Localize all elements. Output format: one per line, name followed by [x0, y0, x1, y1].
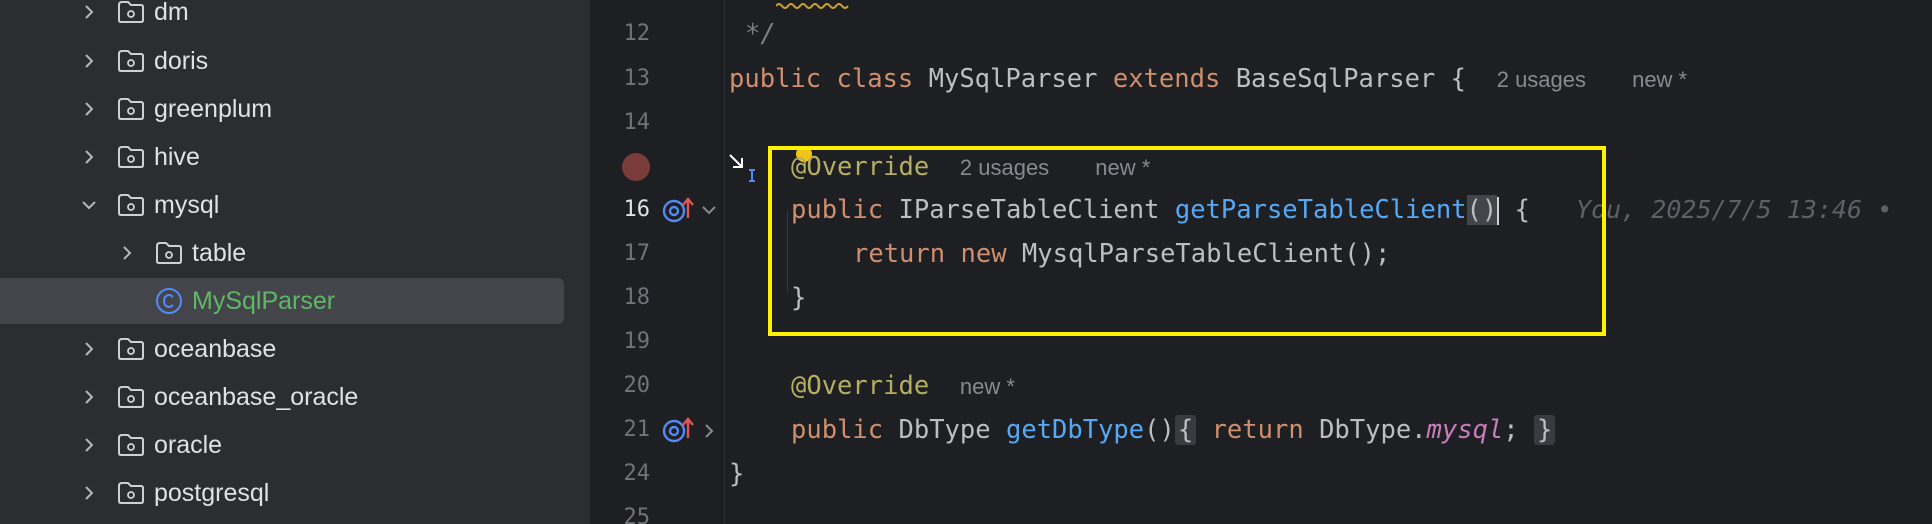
- tree-item-mysqlparser[interactable]: MySqlParser: [0, 278, 564, 324]
- method-name: getDbType: [1005, 415, 1145, 445]
- code-line-20: @Override new *: [791, 364, 1015, 409]
- line-number: 17: [623, 241, 651, 266]
- tree-item-label: hive: [154, 143, 200, 171]
- class-open-brace: {: [1450, 64, 1466, 94]
- project-tree: dm doris greenplum hive mysql table MySqlParse…: [0, 0, 590, 524]
- comment-end: */: [745, 19, 776, 49]
- code-line-21: public DbType getDbType(){ return DbType…: [791, 408, 1556, 452]
- package-folder-icon: [116, 46, 146, 76]
- package-folder-icon: [116, 430, 146, 460]
- line-number: 18: [623, 285, 651, 310]
- package-folder-icon: [116, 94, 146, 124]
- class-close-brace: }: [729, 459, 745, 489]
- method-parens: (): [1144, 415, 1175, 445]
- code-line-12: */: [745, 12, 776, 56]
- tree-item-label: postgresql: [154, 479, 270, 507]
- package-folder-icon: [116, 190, 146, 220]
- tree-item-label: mysql: [154, 191, 220, 219]
- line-number: 19: [623, 329, 651, 354]
- line-number-current: 16: [623, 197, 651, 222]
- code-line-13: public class MySqlParser extends BaseSql…: [729, 57, 1687, 102]
- tree-item-dm[interactable]: dm: [0, 0, 590, 35]
- line-number: 21: [623, 417, 651, 442]
- semicolon: ;: [1503, 415, 1519, 445]
- git-blame-annotation: You, 2025/7/5 13:46 •: [1576, 195, 1893, 224]
- warning-squiggle-icon: [776, 3, 849, 9]
- base-class-name: BaseSqlParser: [1235, 64, 1436, 94]
- tree-item-label: MySqlParser: [192, 287, 336, 315]
- tree-item-hive[interactable]: hive: [0, 134, 590, 180]
- gutter-divider: [724, 0, 725, 524]
- code-line-24: }: [729, 452, 744, 496]
- tree-item-oracle[interactable]: oracle: [0, 422, 590, 468]
- keyword-public: public: [729, 64, 822, 94]
- keyword-public: public: [791, 415, 884, 445]
- tree-item-postgresql[interactable]: postgresql: [0, 470, 590, 516]
- package-folder-icon: [116, 0, 146, 27]
- folded-close-brace[interactable]: }: [1534, 415, 1556, 445]
- tree-item-doris[interactable]: doris: [0, 38, 590, 84]
- tree-item-table[interactable]: table: [0, 230, 590, 276]
- chevron-right-icon[interactable]: [81, 149, 97, 165]
- chevron-right-icon[interactable]: [119, 245, 135, 261]
- package-folder-icon: [154, 238, 184, 268]
- tree-item-label: oceanbase: [154, 335, 277, 363]
- enum-qualifier: DbType.: [1319, 415, 1427, 445]
- chevron-right-icon[interactable]: [81, 53, 97, 69]
- package-folder-icon: [116, 478, 146, 508]
- breakpoint-icon[interactable]: [621, 152, 651, 182]
- tree-item-label: dm: [154, 0, 189, 26]
- fold-chevron-down-icon[interactable]: [700, 202, 718, 218]
- tree-item-label: oceanbase_oracle: [154, 383, 359, 411]
- implements-method-icon[interactable]: [662, 196, 696, 224]
- chevron-right-icon[interactable]: [81, 437, 97, 453]
- highlight-box: [768, 146, 1606, 336]
- package-folder-icon: [116, 334, 146, 364]
- class-icon: [154, 286, 184, 316]
- folded-open-brace[interactable]: {: [1174, 415, 1197, 445]
- tree-item-label: oracle: [154, 431, 223, 459]
- tree-item-label: doris: [154, 47, 209, 75]
- package-folder-icon: [116, 382, 146, 412]
- line-number: 25: [623, 505, 651, 524]
- line-number: 24: [623, 461, 651, 486]
- tree-item-oceanbase[interactable]: oceanbase: [0, 326, 590, 372]
- tree-item-oceanbase_oracle[interactable]: oceanbase_oracle: [0, 374, 590, 420]
- enum-field: mysql: [1426, 415, 1504, 445]
- chevron-right-icon[interactable]: [81, 4, 97, 20]
- line-number: 14: [623, 110, 651, 135]
- implements-method-icon[interactable]: [662, 416, 696, 444]
- class-name: MySqlParser: [928, 64, 1098, 94]
- chevron-right-icon[interactable]: [81, 101, 97, 117]
- override-annotation: @Override: [791, 371, 930, 401]
- chevron-down-icon[interactable]: [81, 197, 97, 213]
- chevron-right-icon[interactable]: [81, 341, 97, 357]
- keyword-class: class: [836, 64, 914, 94]
- usages-hint[interactable]: 2 usages: [1497, 67, 1586, 92]
- package-folder-icon: [116, 142, 146, 172]
- tree-item-greenplum[interactable]: greenplum: [0, 86, 590, 132]
- tree-item-label: greenplum: [154, 95, 273, 123]
- line-number: 20: [623, 373, 651, 398]
- line-number: 12: [623, 21, 651, 46]
- tree-item-label: table: [192, 239, 247, 267]
- keyword-extends: extends: [1112, 64, 1221, 94]
- chevron-right-icon[interactable]: [81, 485, 97, 501]
- line-number: 13: [623, 66, 651, 91]
- author-hint[interactable]: new *: [960, 374, 1015, 399]
- tree-item-mysql[interactable]: mysql: [0, 182, 590, 228]
- fold-chevron-right-icon[interactable]: [700, 422, 718, 440]
- return-type: DbType: [898, 415, 991, 445]
- keyword-return: return: [1211, 415, 1304, 445]
- author-hint[interactable]: new *: [1632, 67, 1687, 92]
- mouse-cursor-icon: [729, 154, 755, 182]
- chevron-right-icon[interactable]: [81, 389, 97, 405]
